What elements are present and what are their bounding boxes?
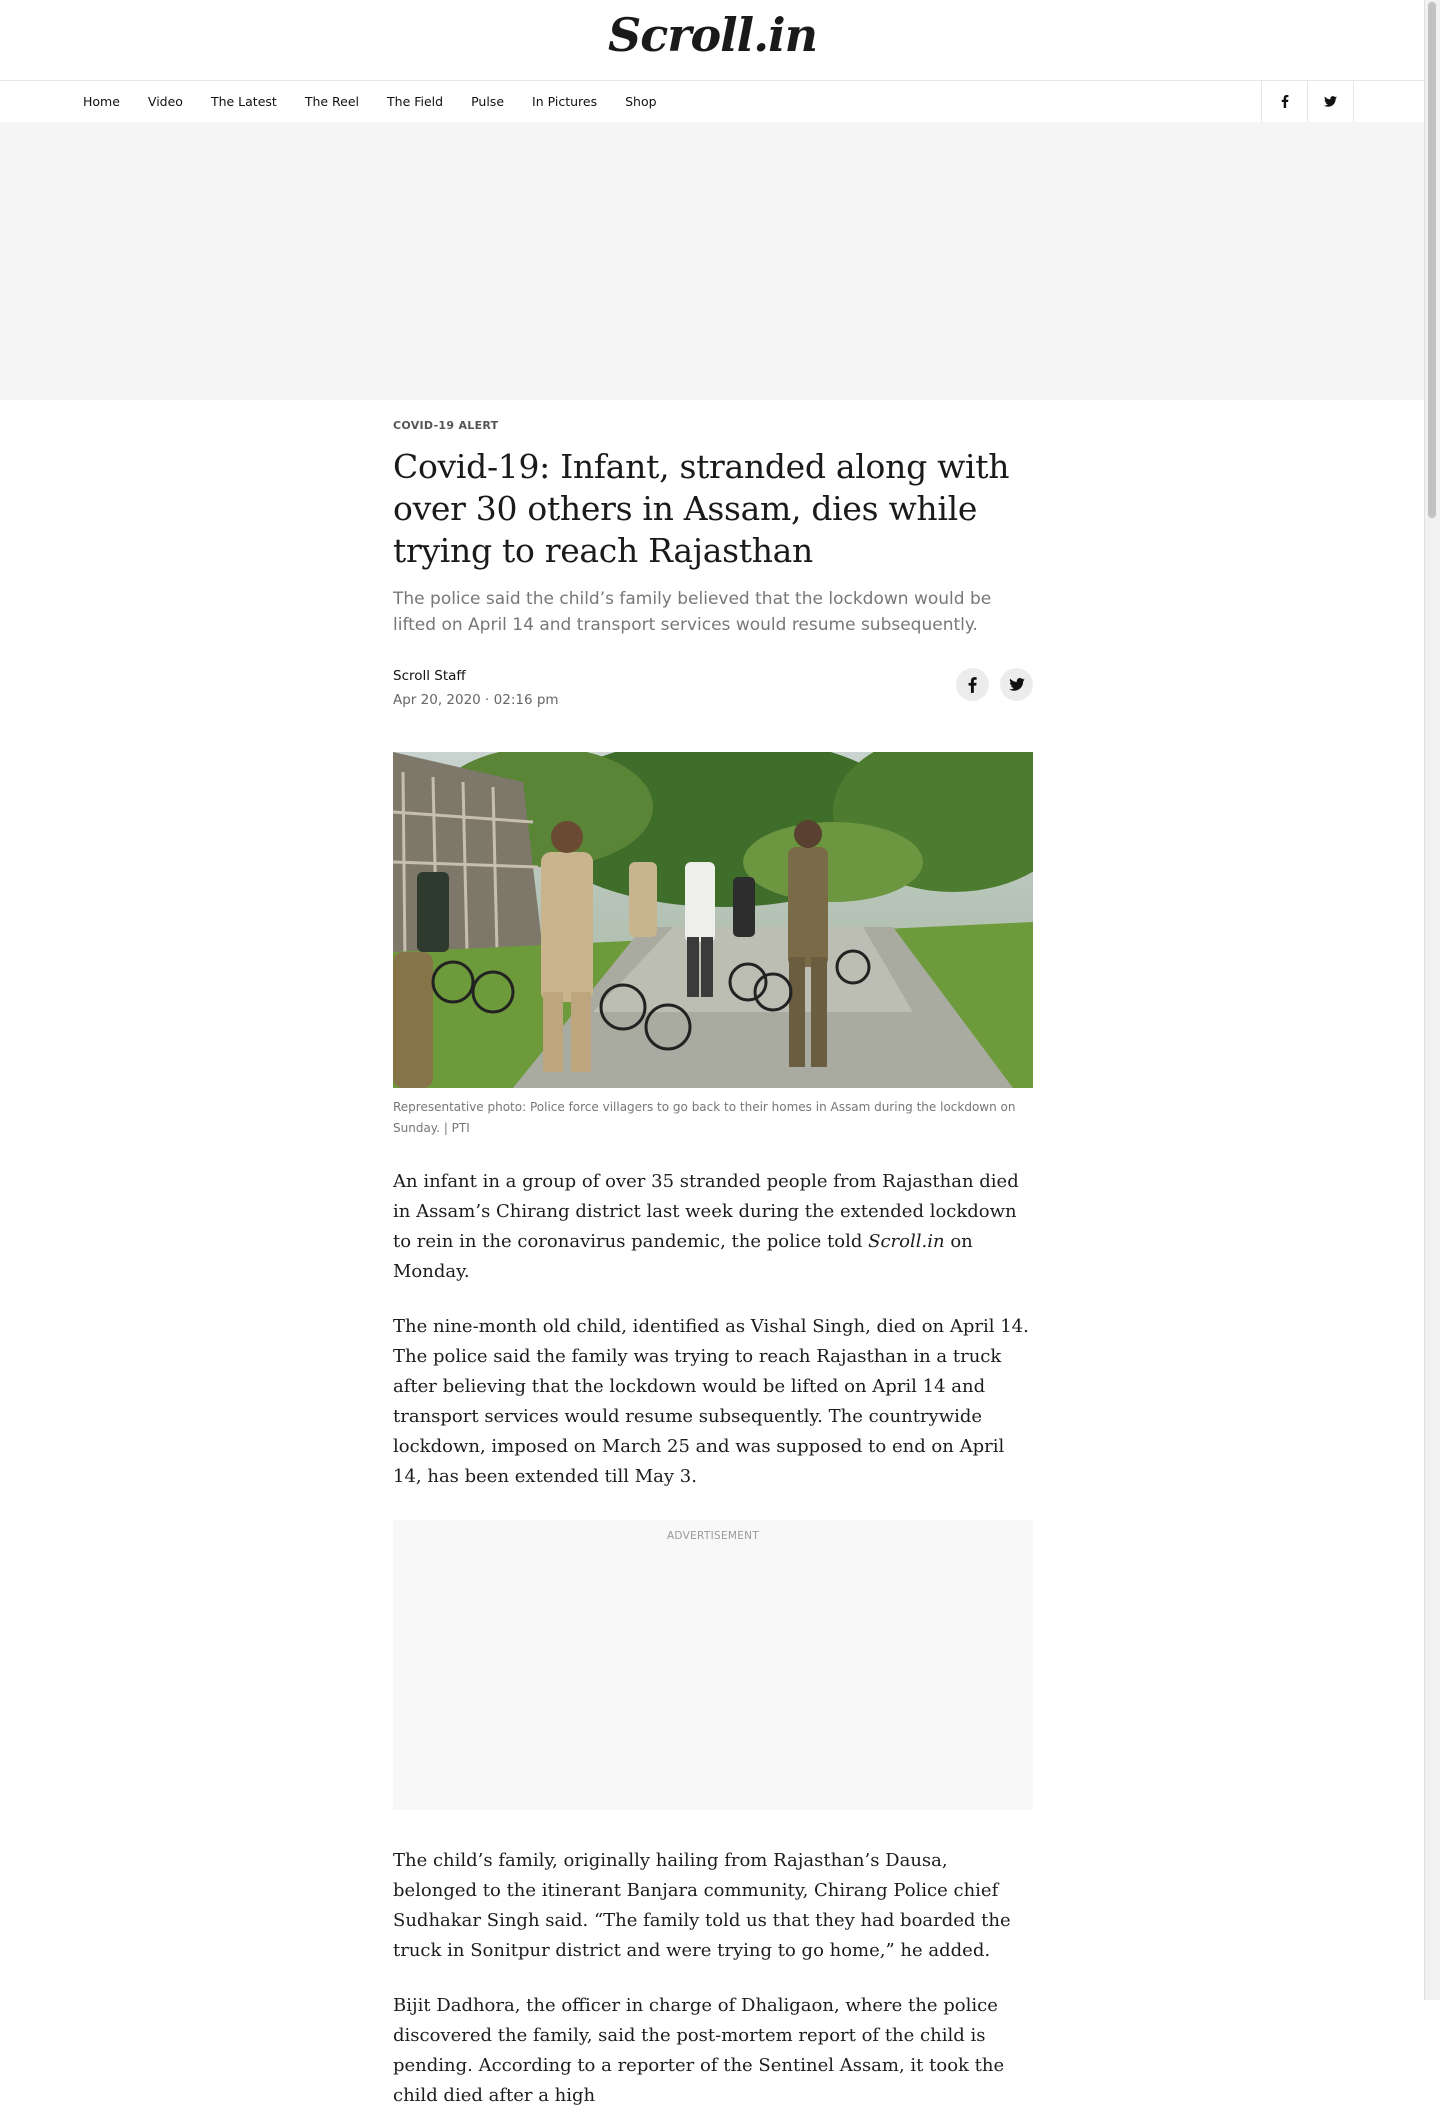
nav-facebook-button[interactable] bbox=[1261, 81, 1307, 122]
site-header: Scroll.in bbox=[0, 0, 1440, 81]
byline: Scroll Staff Apr 20, 2020 · 02:16 pm bbox=[393, 668, 1033, 724]
advertisement-label: ADVERTISEMENT bbox=[666, 1530, 760, 1542]
article-headline: Covid-19: Infant, stranded along with ov… bbox=[393, 447, 1010, 570]
hero-photo-illustration bbox=[393, 752, 1033, 1088]
hero-photo-caption: Representative photo: Police force villa… bbox=[393, 1100, 1016, 1135]
nav-item-pulse[interactable]: Pulse bbox=[457, 94, 518, 109]
article-standfirst: The police said the child’s family belie… bbox=[393, 589, 992, 635]
nav-item-in-pictures[interactable]: In Pictures bbox=[518, 94, 611, 109]
share-buttons bbox=[956, 668, 1033, 701]
paragraph-1-publication: Scroll.in bbox=[868, 1231, 945, 1252]
site-logo[interactable]: Scroll.in bbox=[0, 8, 1425, 62]
share-twitter-button[interactable] bbox=[1000, 668, 1033, 701]
article: COVID-19 ALERT Covid-19: Infant, strande… bbox=[393, 400, 1033, 2111]
nav-item-the-reel[interactable]: The Reel bbox=[291, 94, 373, 109]
article-paragraph-2: The nine-month old child, identified as … bbox=[393, 1316, 1029, 1487]
nav-twitter-button[interactable] bbox=[1307, 81, 1354, 122]
facebook-icon bbox=[1281, 95, 1288, 108]
nav-list: Home Video The Latest The Reel The Field… bbox=[69, 81, 671, 122]
page-scrollbar[interactable] bbox=[1424, 0, 1440, 2000]
nav-social-links bbox=[1261, 81, 1354, 122]
top-ad-banner bbox=[0, 122, 1425, 400]
main-nav: Home Video The Latest The Reel The Field… bbox=[0, 81, 1440, 123]
twitter-icon bbox=[1324, 96, 1337, 107]
article-paragraph-3: The child’s family, originally hailing f… bbox=[393, 1850, 1011, 1961]
share-facebook-button[interactable] bbox=[956, 668, 989, 701]
hero-photo bbox=[393, 752, 1033, 1088]
twitter-icon bbox=[1008, 678, 1025, 691]
facebook-icon bbox=[968, 676, 977, 693]
nav-item-video[interactable]: Video bbox=[134, 94, 197, 109]
article-kicker[interactable]: COVID-19 ALERT bbox=[393, 419, 1033, 432]
inline-advertisement[interactable]: ADVERTISEMENT bbox=[393, 1520, 1033, 1810]
article-paragraph-1: An infant in a group of over 35 stranded… bbox=[393, 1167, 1033, 1287]
nav-item-shop[interactable]: Shop bbox=[611, 94, 670, 109]
nav-item-the-latest[interactable]: The Latest bbox=[197, 94, 291, 109]
scrollbar-thumb[interactable] bbox=[1428, 2, 1436, 518]
author-name[interactable]: Scroll Staff bbox=[393, 668, 1033, 684]
nav-item-the-field[interactable]: The Field bbox=[373, 94, 457, 109]
article-paragraph-4: Bijit Dadhora, the officer in charge of … bbox=[393, 1995, 1005, 2106]
nav-item-home[interactable]: Home bbox=[69, 94, 134, 109]
publish-date: Apr 20, 2020 · 02:16 pm bbox=[393, 692, 559, 708]
